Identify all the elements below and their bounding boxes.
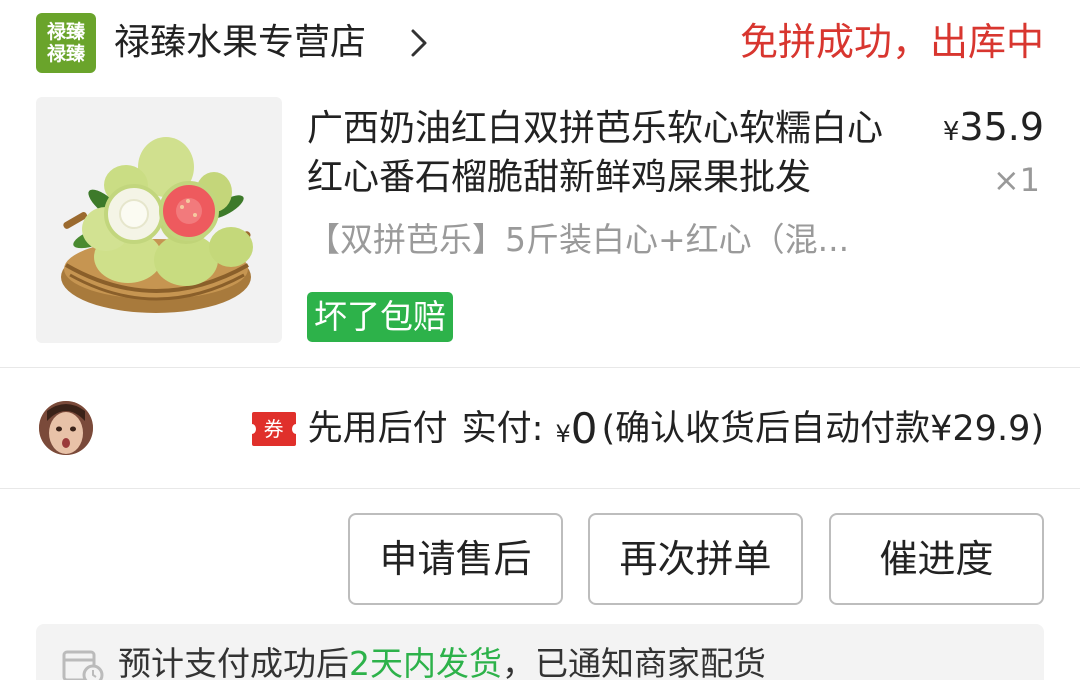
payment-summary: 券 先用后付 实付: ¥ 0 (确认收货后自动付款¥29.9): [247, 402, 1044, 456]
shipping-text-suffix: ，已通知商家配货: [502, 644, 766, 680]
payment-method: 先用后付: [307, 409, 448, 449]
divider: [0, 367, 1080, 368]
shop-logo-text-line1: 禄臻: [46, 21, 85, 43]
order-status-text: 免拼成功，出库中: [739, 20, 1044, 64]
paid-label: 实付:: [461, 409, 544, 449]
urge-progress-button[interactable]: 催进度: [829, 513, 1044, 605]
chevron-right-icon[interactable]: [408, 28, 430, 58]
coupon-icon: 券: [247, 412, 300, 446]
price-currency-symbol: ¥: [942, 117, 960, 147]
shop-header[interactable]: 禄臻 禄臻 禄臻水果专营店 免拼成功，出库中: [0, 0, 1080, 88]
product-price: ¥35.9: [943, 104, 1044, 155]
payment-note: (确认收货后自动付款¥29.9): [601, 409, 1044, 449]
shipping-text-prefix: 预计支付成功后: [118, 644, 349, 680]
product-title[interactable]: 广西奶油红白双拼芭乐软心软糯白心红心番石榴脆甜新鲜鸡屎果批发: [307, 104, 917, 202]
avatar[interactable]: [39, 401, 93, 455]
guava-basket-illustration: [61, 137, 253, 313]
rebuy-button[interactable]: 再次拼单: [588, 513, 803, 605]
user-avatar-image: [39, 401, 93, 455]
order-detail-page: 禄臻 禄臻 禄臻水果专营店 免拼成功，出库中 广西奶油红白双拼芭乐软心软糯白心红…: [0, 0, 1080, 680]
paid-currency-symbol: ¥: [555, 420, 571, 448]
product-image[interactable]: [36, 97, 282, 343]
shop-logo: 禄臻 禄臻: [36, 13, 96, 73]
paid-amount: 0: [570, 404, 598, 453]
product-spec: 【双拼芭乐】5斤装白心+红心（混...: [307, 220, 850, 259]
after-sale-button[interactable]: 申请售后: [348, 513, 563, 605]
shop-name-link[interactable]: 禄臻水果专营店: [114, 20, 366, 66]
shipping-time-highlight: 2天内发货: [349, 644, 502, 680]
shipping-notice: 预计支付成功后2天内发货，已通知商家配货: [36, 624, 1044, 680]
shipping-text: 预计支付成功后2天内发货，已通知商家配货: [118, 642, 766, 680]
calendar-clock-icon: [62, 650, 104, 680]
guarantee-badge: 坏了包赔: [307, 292, 453, 342]
product-quantity: ×1: [992, 161, 1040, 199]
shop-logo-text-line2: 禄臻: [46, 43, 85, 65]
divider: [0, 488, 1080, 489]
price-value: 35.9: [959, 105, 1044, 149]
